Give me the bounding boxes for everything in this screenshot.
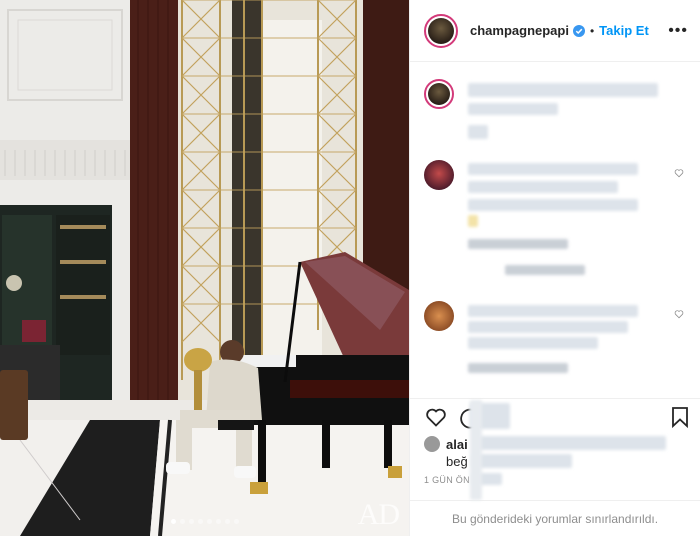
list-item xyxy=(468,321,628,333)
avatar[interactable] xyxy=(424,160,454,190)
avatar[interactable] xyxy=(424,79,454,109)
caption-text xyxy=(468,83,658,97)
post-header: champagnepapi • Takip Et ••• xyxy=(410,0,700,62)
heart-icon[interactable] xyxy=(674,309,684,319)
list-item xyxy=(505,265,585,275)
liked-by-text xyxy=(476,436,666,450)
post-image xyxy=(0,0,409,536)
post-sidebar: champagnepapi • Takip Et ••• alai beğ 1 … xyxy=(409,0,700,536)
magazine-watermark: AD xyxy=(357,498,400,531)
list-item xyxy=(468,337,598,349)
liked-by-user[interactable]: alai xyxy=(446,437,468,452)
avatar[interactable] xyxy=(424,301,454,331)
carousel-dot[interactable] xyxy=(188,519,194,524)
verified-badge-icon xyxy=(572,24,585,37)
carousel-dot[interactable] xyxy=(215,519,221,524)
list-item xyxy=(468,199,638,211)
username[interactable]: champagnepapi xyxy=(470,23,569,38)
carousel-dot[interactable] xyxy=(233,519,239,524)
comments-list[interactable] xyxy=(410,63,700,393)
overlay-blur xyxy=(470,400,482,500)
carousel-dot[interactable] xyxy=(197,519,203,524)
carousel-dot[interactable] xyxy=(170,519,176,524)
list-item xyxy=(468,363,568,373)
carousel-dot[interactable] xyxy=(224,519,230,524)
list-item xyxy=(468,215,478,227)
follow-button[interactable]: Takip Et xyxy=(599,23,649,38)
post-actions xyxy=(410,398,700,434)
caption-text xyxy=(468,125,488,139)
liked-by-text xyxy=(472,454,572,468)
header-separator: • xyxy=(589,23,595,38)
list-item xyxy=(468,239,568,249)
comments-limited-notice: Bu gönderideki yorumlar sınırlandırıldı. xyxy=(410,500,700,536)
heart-icon[interactable] xyxy=(674,168,684,178)
caption-text xyxy=(468,103,558,115)
post-photo[interactable]: AD xyxy=(0,0,409,536)
list-item xyxy=(468,181,618,193)
more-options-icon[interactable]: ••• xyxy=(668,22,688,39)
post-timestamp[interactable]: 1 GÜN ÖN xyxy=(424,475,470,485)
bookmark-icon[interactable] xyxy=(668,405,692,429)
carousel-dot[interactable] xyxy=(206,519,212,524)
avatar[interactable] xyxy=(424,13,458,48)
carousel-dot[interactable] xyxy=(179,519,185,524)
heart-icon[interactable] xyxy=(424,405,448,429)
liked-by-text: beğ xyxy=(446,454,468,469)
list-item xyxy=(468,163,638,175)
avatar xyxy=(424,436,440,452)
list-item xyxy=(468,305,638,317)
carousel-indicator xyxy=(0,519,409,524)
